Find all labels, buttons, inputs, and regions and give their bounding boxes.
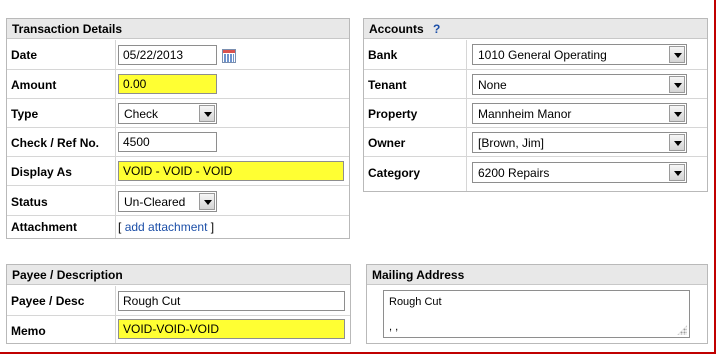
attachment-control: [ add attachment ] <box>118 220 214 234</box>
status-label: Status <box>11 195 48 209</box>
mailing-address-panel: Mailing Address Rough Cut , , <box>366 264 708 344</box>
bank-select-value: 1010 General Operating <box>478 48 607 62</box>
category-label: Category <box>368 166 421 180</box>
property-select-value: Mannheim Manor <box>478 107 572 121</box>
tenant-select-value: None <box>478 78 507 92</box>
category-row: Category 6200 Repairs <box>364 156 707 191</box>
category-select-value: 6200 Repairs <box>478 166 550 180</box>
chevron-down-icon[interactable] <box>669 76 685 93</box>
tenant-select[interactable]: None <box>472 74 687 95</box>
help-icon[interactable]: ? <box>433 22 440 36</box>
bank-label: Bank <box>368 48 398 62</box>
chevron-down-icon[interactable] <box>669 164 685 181</box>
property-select[interactable]: Mannheim Manor <box>472 103 687 124</box>
display-as-row: Display As <box>7 156 349 185</box>
attachment-bracket-open: [ <box>118 220 122 234</box>
bank-row: Bank 1010 General Operating <box>364 40 707 69</box>
bank-select[interactable]: 1010 General Operating <box>472 44 687 65</box>
accounts-title: Accounts <box>369 22 424 36</box>
owner-select[interactable]: [Brown, Jim] <box>472 132 687 153</box>
memo-row: Memo <box>7 315 350 343</box>
property-label: Property <box>368 107 418 121</box>
chevron-down-icon[interactable] <box>669 46 685 63</box>
status-select[interactable]: Un-Cleared <box>118 191 217 212</box>
add-attachment-link[interactable]: add attachment <box>125 220 208 234</box>
amount-input[interactable] <box>118 74 217 94</box>
memo-input[interactable] <box>118 319 345 339</box>
date-row: Date <box>7 40 349 69</box>
attachment-label: Attachment <box>11 220 78 234</box>
amount-row: Amount <box>7 69 349 98</box>
check-ref-row: Check / Ref No. <box>7 127 349 156</box>
chevron-down-icon[interactable] <box>669 134 685 151</box>
memo-label: Memo <box>11 324 46 338</box>
type-label: Type <box>11 107 39 121</box>
chevron-down-icon[interactable] <box>199 105 215 122</box>
accounts-panel: Accounts ? Bank 1010 General Operating T… <box>363 18 708 192</box>
mailing-address-line-2: , , <box>389 321 399 333</box>
transaction-details-title: Transaction Details <box>7 19 349 39</box>
amount-label: Amount <box>11 78 57 92</box>
check-ref-label: Check / Ref No. <box>11 136 100 150</box>
type-select[interactable]: Check <box>118 103 217 124</box>
chevron-down-icon[interactable] <box>199 193 215 210</box>
type-row: Type Check <box>7 98 349 127</box>
status-row: Status Un-Cleared <box>7 185 349 215</box>
date-label: Date <box>11 48 38 62</box>
type-select-value: Check <box>124 107 159 121</box>
property-row: Property Mannheim Manor <box>364 98 707 127</box>
mailing-address-title: Mailing Address <box>367 265 707 285</box>
payee-label: Payee / Desc <box>11 294 85 308</box>
tenant-row: Tenant None <box>364 69 707 98</box>
payee-input[interactable] <box>118 291 345 311</box>
payee-description-title: Payee / Description <box>7 265 350 285</box>
owner-row: Owner [Brown, Jim] <box>364 127 707 156</box>
category-select[interactable]: 6200 Repairs <box>472 162 687 183</box>
calendar-icon[interactable] <box>222 49 236 63</box>
display-as-label: Display As <box>11 165 72 179</box>
mailing-address-textarea[interactable]: Rough Cut , , <box>383 290 690 338</box>
attachment-bracket-close: ] <box>210 220 215 234</box>
payee-row: Payee / Desc <box>7 286 350 315</box>
owner-select-value: [Brown, Jim] <box>478 136 545 150</box>
mailing-address-line-1: Rough Cut <box>389 296 442 308</box>
date-input[interactable] <box>118 45 217 65</box>
transaction-details-panel: Transaction Details Date Amount Type Che… <box>6 18 350 239</box>
status-select-value: Un-Cleared <box>124 195 186 209</box>
chevron-down-icon[interactable] <box>669 105 685 122</box>
payee-description-panel: Payee / Description Payee / Desc Memo <box>6 264 351 344</box>
tenant-label: Tenant <box>368 78 407 92</box>
display-as-input[interactable] <box>118 161 344 181</box>
owner-label: Owner <box>368 136 406 150</box>
attachment-row: Attachment [ add attachment ] <box>7 215 349 238</box>
check-ref-input[interactable] <box>118 132 217 152</box>
accounts-header: Accounts ? <box>364 19 707 39</box>
